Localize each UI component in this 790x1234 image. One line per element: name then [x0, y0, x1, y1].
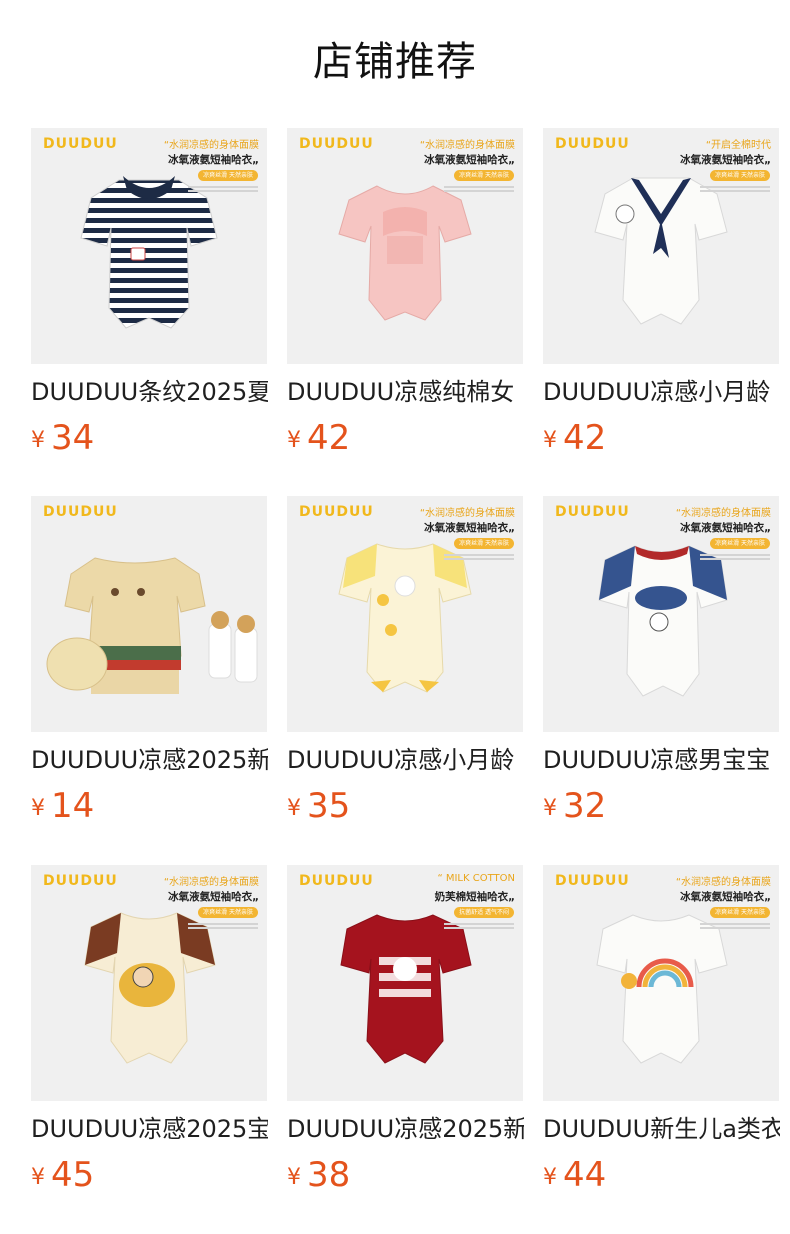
currency-symbol: ¥	[543, 1165, 557, 1190]
product-price: ¥34	[31, 418, 94, 458]
product-card[interactable]: DUUDUU “开启全棉时代 冰氧液氨短袖哈衣„ 凉爽丝滑 天然亲肤 DUUDU…	[543, 128, 780, 458]
currency-symbol: ¥	[31, 796, 45, 821]
image-slogan: “开启全棉时代	[705, 140, 771, 151]
brand-logo: DUUDUU	[555, 504, 630, 520]
product-card[interactable]: DUUDUU “水润凉感的身体面膜 冰氧液氨短袖哈衣„ 凉爽丝滑 天然亲肤 DU…	[31, 865, 268, 1195]
product-image[interactable]: DUUDUU “水润凉感的身体面膜 冰氧液氨短袖哈衣„ 凉爽丝滑 天然亲肤	[287, 496, 523, 732]
brand-logo: DUUDUU	[299, 504, 374, 520]
price-amount: 38	[307, 1155, 351, 1195]
product-price: ¥38	[287, 1155, 350, 1195]
product-image[interactable]: DUUDUU “水润凉感的身体面膜 冰氧液氨短袖哈衣„ 凉爽丝滑 天然亲肤	[543, 496, 779, 732]
product-title[interactable]: DUUDUU凉感2025新	[287, 1113, 524, 1145]
price-amount: 42	[307, 418, 351, 458]
image-subline: 冰氧液氨短袖哈衣„	[424, 522, 515, 534]
image-fine-print	[700, 923, 770, 933]
price-amount: 35	[307, 786, 351, 826]
image-subline: 冰氧液氨短袖哈衣„	[424, 154, 515, 166]
currency-symbol: ¥	[287, 796, 301, 821]
currency-symbol: ¥	[31, 428, 45, 453]
image-fine-print	[444, 554, 514, 564]
image-slogan: “水润凉感的身体面膜	[675, 877, 771, 888]
price-amount: 32	[563, 786, 607, 826]
product-price: ¥42	[543, 418, 606, 458]
product-image[interactable]: DUUDUU “水润凉感的身体面膜 冰氧液氨短袖哈衣„ 凉爽丝滑 天然亲肤	[31, 128, 267, 364]
page-title: 店铺推荐	[313, 39, 477, 85]
brand-logo: DUUDUU	[555, 136, 630, 152]
price-amount: 34	[51, 418, 95, 458]
currency-symbol: ¥	[31, 1165, 45, 1190]
image-feature-pill: 凉爽丝滑 天然亲肤	[710, 538, 770, 549]
image-slogan: “水润凉感的身体面膜	[163, 877, 259, 888]
product-card[interactable]: DUUDUU “水润凉感的身体面膜 冰氧液氨短袖哈衣„ 凉爽丝滑 天然亲肤 DU…	[287, 496, 524, 826]
image-subline: 冰氧液氨短袖哈衣„	[680, 154, 771, 166]
image-fine-print	[444, 923, 514, 933]
product-title[interactable]: DUUDUU新生儿a类衣	[543, 1113, 780, 1145]
image-slogan: “水润凉感的身体面膜	[675, 508, 771, 519]
image-subline: 冰氧液氨短袖哈衣„	[680, 891, 771, 903]
image-fine-print	[188, 186, 258, 196]
product-card[interactable]: DUUDUU “ MILK COTTON 奶芙棉短袖哈衣„ 抗菌舒适 透气不闷 …	[287, 865, 524, 1195]
image-feature-pill: 凉爽丝滑 天然亲肤	[710, 907, 770, 918]
image-slogan: “ MILK COTTON	[437, 873, 516, 884]
brand-logo: DUUDUU	[43, 504, 118, 520]
image-subline: 冰氧液氨短袖哈衣„	[680, 522, 771, 534]
product-price: ¥42	[287, 418, 350, 458]
currency-symbol: ¥	[287, 1165, 301, 1190]
product-card[interactable]: DUUDUU “水润凉感的身体面膜 冰氧液氨短袖哈衣„ 凉爽丝滑 天然亲肤 DU…	[543, 865, 780, 1195]
image-slogan: “水润凉感的身体面膜	[163, 140, 259, 151]
product-image[interactable]: DUUDUU “水润凉感的身体面膜 冰氧液氨短袖哈衣„ 凉爽丝滑 天然亲肤	[543, 865, 779, 1101]
product-price: ¥44	[543, 1155, 606, 1195]
image-feature-pill: 凉爽丝滑 天然亲肤	[198, 170, 258, 181]
product-title[interactable]: DUUDUU凉感纯棉女	[287, 376, 524, 408]
product-card[interactable]: DUUDUU “水润凉感的身体面膜 冰氧液氨短袖哈衣„ 凉爽丝滑 天然亲肤 DU…	[287, 128, 524, 458]
currency-symbol: ¥	[543, 428, 557, 453]
brand-logo: DUUDUU	[299, 873, 374, 889]
price-amount: 14	[51, 786, 95, 826]
image-feature-pill: 凉爽丝滑 天然亲肤	[198, 907, 258, 918]
currency-symbol: ¥	[287, 428, 301, 453]
product-price: ¥35	[287, 786, 350, 826]
product-price: ¥32	[543, 786, 606, 826]
product-image[interactable]: DUUDUU “水润凉感的身体面膜 冰氧液氨短袖哈衣„ 凉爽丝滑 天然亲肤	[287, 128, 523, 364]
brand-logo: DUUDUU	[555, 873, 630, 889]
product-title[interactable]: DUUDUU凉感小月龄	[543, 376, 780, 408]
image-subline: 冰氧液氨短袖哈衣„	[168, 891, 259, 903]
image-slogan: “水润凉感的身体面膜	[419, 508, 515, 519]
product-image[interactable]: DUUDUU “水润凉感的身体面膜 冰氧液氨短袖哈衣„ 凉爽丝滑 天然亲肤	[31, 865, 267, 1101]
image-fine-print	[444, 186, 514, 196]
product-title[interactable]: DUUDUU凉感男宝宝	[543, 744, 780, 776]
currency-symbol: ¥	[543, 796, 557, 821]
product-image[interactable]: DUUDUU	[31, 496, 267, 732]
image-fine-print	[700, 186, 770, 196]
image-fine-print	[700, 554, 770, 564]
image-feature-pill: 凉爽丝滑 天然亲肤	[454, 538, 514, 549]
image-subline: 冰氧液氨短袖哈衣„	[168, 154, 259, 166]
product-image[interactable]: DUUDUU “开启全棉时代 冰氧液氨短袖哈衣„ 凉爽丝滑 天然亲肤	[543, 128, 779, 364]
brand-logo: DUUDUU	[43, 873, 118, 889]
product-image[interactable]: DUUDUU “ MILK COTTON 奶芙棉短袖哈衣„ 抗菌舒适 透气不闷	[287, 865, 523, 1101]
product-title[interactable]: DUUDUU凉感2025宝	[31, 1113, 268, 1145]
product-card[interactable]: DUUDUU DUUDUU凉感2025新 ¥14	[31, 496, 268, 826]
product-price: ¥45	[31, 1155, 94, 1195]
brand-logo: DUUDUU	[43, 136, 118, 152]
product-title[interactable]: DUUDUU凉感2025新	[31, 744, 268, 776]
product-card[interactable]: DUUDUU “水润凉感的身体面膜 冰氧液氨短袖哈衣„ 凉爽丝滑 天然亲肤 DU…	[31, 128, 268, 458]
price-amount: 42	[563, 418, 607, 458]
bear-romper-set-illustration	[46, 557, 258, 694]
product-card[interactable]: DUUDUU “水润凉感的身体面膜 冰氧液氨短袖哈衣„ 凉爽丝滑 天然亲肤 DU…	[543, 496, 780, 826]
image-subline: 奶芙棉短袖哈衣„	[434, 891, 515, 903]
price-amount: 44	[563, 1155, 607, 1195]
image-feature-pill: 抗菌舒适 透气不闷	[454, 907, 514, 918]
product-price: ¥14	[31, 786, 94, 826]
image-fine-print	[188, 923, 258, 933]
image-feature-pill: 凉爽丝滑 天然亲肤	[454, 170, 514, 181]
brand-logo: DUUDUU	[299, 136, 374, 152]
price-amount: 45	[51, 1155, 95, 1195]
image-slogan: “水润凉感的身体面膜	[419, 140, 515, 151]
image-feature-pill: 凉爽丝滑 天然亲肤	[710, 170, 770, 181]
product-title[interactable]: DUUDUU凉感小月龄	[287, 744, 524, 776]
product-title[interactable]: DUUDUU条纹2025夏	[31, 376, 268, 408]
